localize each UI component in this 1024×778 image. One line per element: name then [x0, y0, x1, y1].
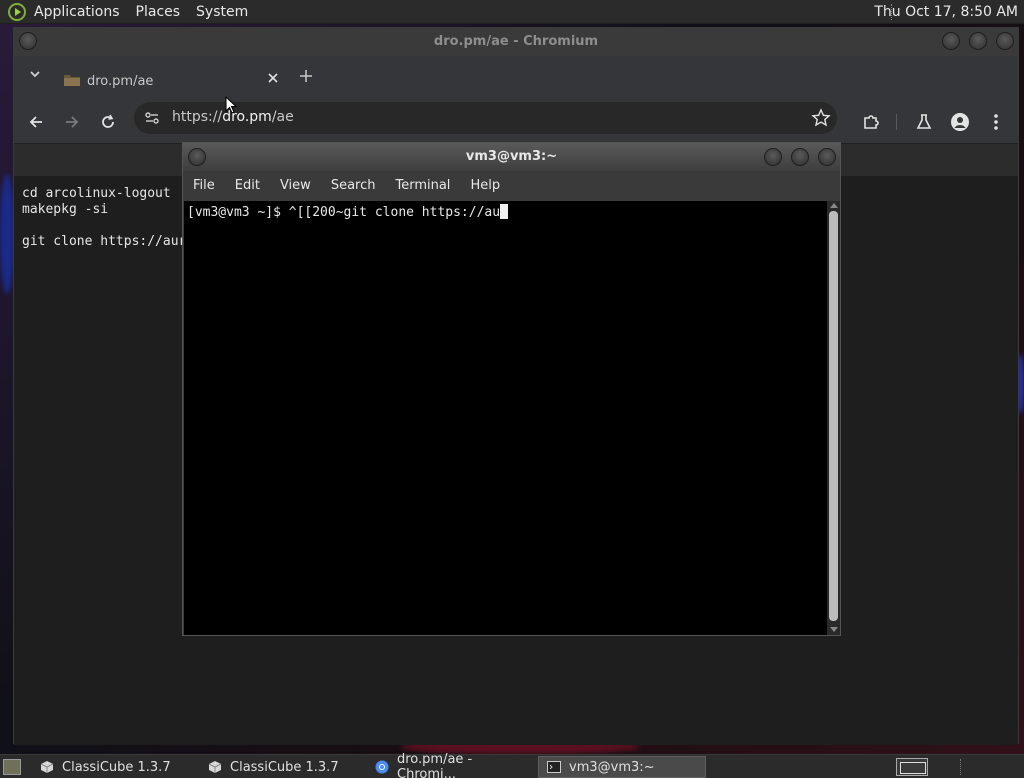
task-chromium[interactable]: dro.pm/ae - Chromi... — [367, 752, 535, 778]
puzzle-icon — [864, 115, 879, 129]
arrow-left-icon — [29, 116, 42, 128]
task-classicube-1[interactable]: ClassiCube 1.3.7 — [32, 756, 196, 778]
terminal-window: vm3@vm3:~ File Edit View Search Terminal… — [182, 142, 841, 636]
menu-file[interactable]: File — [183, 171, 225, 201]
back-button[interactable] — [24, 110, 48, 134]
flask-icon — [916, 114, 932, 129]
reload-icon — [102, 114, 114, 128]
address-bar[interactable]: https://dro.pm/ae — [134, 102, 837, 134]
page-text-line: git clone https://aur — [22, 234, 187, 249]
places-menu[interactable]: Places — [128, 0, 189, 24]
close-button[interactable] — [996, 32, 1014, 50]
star-icon[interactable] — [811, 108, 831, 128]
terminal-window-title: vm3@vm3:~ — [465, 149, 558, 164]
more-vertical-icon — [994, 114, 998, 130]
reload-button[interactable] — [96, 110, 120, 134]
distro-logo-icon[interactable] — [8, 2, 26, 21]
menu-terminal[interactable]: Terminal — [385, 171, 460, 201]
scroll-down-arrow-icon[interactable] — [830, 627, 838, 632]
terminal-titlebar[interactable]: vm3@vm3:~ — [183, 143, 840, 171]
tab-search-button[interactable] — [26, 68, 44, 86]
clock[interactable]: Thu Oct 17, 8:50 AM — [874, 0, 1018, 24]
extensions-button[interactable] — [859, 110, 883, 134]
avatar-icon — [951, 113, 969, 131]
top-panel: Applications Places System Thu Oct 17, 8… — [0, 0, 1024, 24]
task-terminal[interactable]: vm3@vm3:~ — [538, 756, 706, 778]
menu-edit[interactable]: Edit — [225, 171, 270, 201]
tab-strip: dro.pm/ae — [14, 56, 1018, 100]
browser-menu-button[interactable] — [984, 110, 1008, 134]
scrollbar-thumb[interactable] — [829, 211, 838, 621]
cube-icon — [40, 761, 54, 773]
text-cursor — [500, 204, 509, 219]
show-desktop-button[interactable] — [3, 759, 21, 775]
minimize-button[interactable] — [764, 148, 782, 166]
close-icon — [268, 73, 278, 83]
close-button[interactable] — [818, 148, 836, 166]
chromium-icon — [375, 760, 389, 774]
terminal-scrollbar[interactable] — [827, 201, 840, 635]
terminal-prompt-line: [vm3@vm3 ~]$ ^[[200~git clone https://au — [187, 204, 509, 220]
chevron-down-icon — [30, 71, 40, 78]
labs-button[interactable] — [912, 110, 936, 134]
profile-button[interactable] — [948, 110, 972, 134]
menu-view[interactable]: View — [270, 171, 321, 201]
system-menu[interactable]: System — [188, 0, 256, 24]
page-text-line: makepkg -si — [22, 202, 109, 217]
taskbar-handle — [960, 759, 963, 775]
tab-close-button[interactable] — [264, 70, 282, 88]
menu-help[interactable]: Help — [460, 171, 510, 201]
tab-dro-pm[interactable]: dro.pm/ae — [50, 62, 290, 100]
minimize-button[interactable] — [942, 32, 960, 50]
chromium-titlebar[interactable]: dro.pm/ae - Chromium — [14, 28, 1018, 56]
arrow-right-icon — [66, 116, 79, 128]
terminal-input-text: [vm3@vm3 ~]$ ^[[200~git clone https://au — [187, 205, 501, 220]
new-tab-button[interactable] — [297, 68, 315, 86]
task-label: vm3@vm3:~ — [569, 759, 655, 775]
scroll-up-arrow-icon[interactable] — [830, 203, 838, 208]
site-settings-icon[interactable] — [144, 110, 160, 126]
chromium-window-title: dro.pm/ae - Chromium — [433, 34, 599, 49]
menu-search[interactable]: Search — [321, 171, 386, 201]
task-label: ClassiCube 1.3.7 — [62, 759, 171, 775]
terminal-icon — [547, 761, 561, 773]
task-label: dro.pm/ae - Chromi... — [397, 752, 473, 778]
mouse-pointer-icon — [225, 96, 237, 114]
task-label: ClassiCube 1.3.7 — [230, 759, 339, 775]
page-text-line: cd arcolinux-logout — [22, 186, 171, 201]
plus-icon — [300, 70, 312, 82]
workspace-switcher[interactable] — [896, 758, 928, 776]
cube-icon — [208, 761, 222, 773]
url-scheme: https:// — [172, 109, 223, 125]
url-path: /ae — [271, 109, 294, 125]
bottom-taskbar: ClassiCube 1.3.7 ClassiCube 1.3.7 dro.pm… — [0, 752, 1024, 778]
terminal-output[interactable]: [vm3@vm3 ~]$ ^[[200~git clone https://au — [184, 201, 827, 635]
wallpaper-detail — [0, 174, 14, 294]
task-classicube-2[interactable]: ClassiCube 1.3.7 — [200, 756, 364, 778]
tab-title: dro.pm/ae — [87, 74, 154, 89]
applications-menu[interactable]: Applications — [26, 0, 128, 24]
folder-icon — [64, 75, 80, 86]
maximize-button[interactable] — [791, 148, 809, 166]
forward-button[interactable] — [60, 110, 84, 134]
browser-toolbar: https://dro.pm/ae — [14, 100, 1018, 144]
maximize-button[interactable] — [969, 32, 987, 50]
toolbar-divider — [896, 114, 897, 130]
terminal-menubar: File Edit View Search Terminal Help — [183, 171, 840, 201]
